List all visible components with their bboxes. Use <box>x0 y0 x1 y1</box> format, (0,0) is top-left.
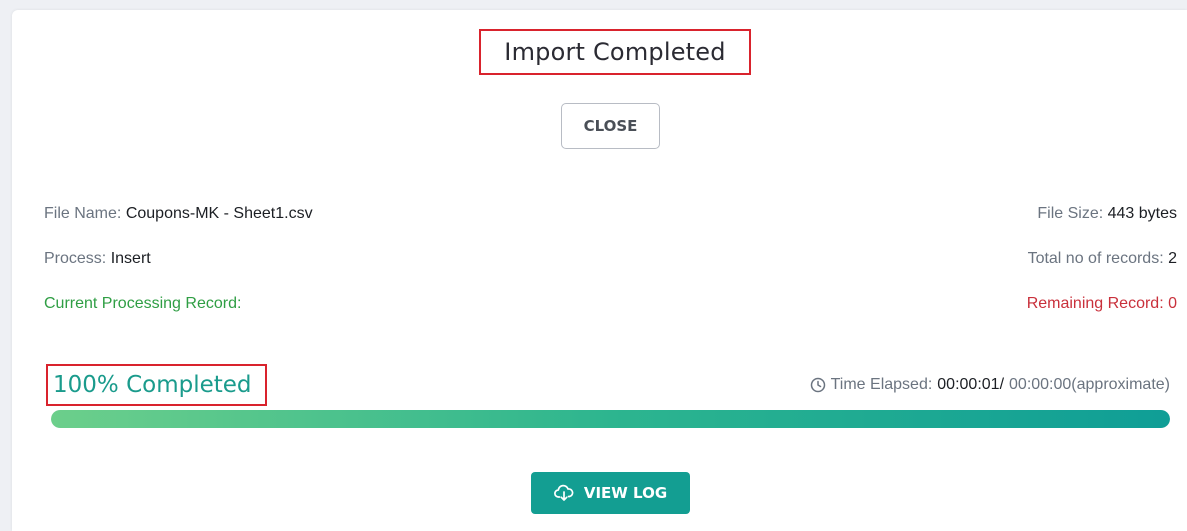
remaining-record-row: Remaining Record: 0 <box>1027 295 1177 313</box>
clock-icon <box>810 377 825 393</box>
current-record-label: Current Processing Record: <box>44 295 242 312</box>
cloud-download-icon <box>553 484 574 501</box>
total-records-value: 2 <box>1168 250 1177 267</box>
file-size-label: File Size: <box>1037 205 1104 222</box>
process-row: Process: Insert <box>44 250 151 268</box>
current-record-row: Current Processing Record: <box>44 295 241 313</box>
time-elapsed-label: Time Elapsed: <box>830 376 933 393</box>
total-records-row: Total no of records: 2 <box>1028 250 1177 268</box>
percent-completed-text: 100% Completed <box>53 372 252 398</box>
file-size-value: 443 bytes <box>1107 205 1177 222</box>
file-name-label: File Name: <box>44 205 122 222</box>
progress-bar <box>51 410 1170 428</box>
view-log-label: VIEW LOG <box>583 484 668 502</box>
process-label: Process: <box>44 250 107 267</box>
remaining-record-label: Remaining Record: <box>1026 295 1164 312</box>
time-elapsed: Time Elapsed: 00:00:01/ 00:00:00(approxi… <box>810 376 1170 394</box>
file-name-value: Coupons-MK - Sheet1.csv <box>125 205 313 222</box>
close-button[interactable]: CLOSE <box>561 103 660 149</box>
time-estimate-value: 00:00:00(approximate) <box>1009 376 1170 393</box>
dialog-title: Import Completed <box>504 38 726 66</box>
file-name-row: File Name: Coupons-MK - Sheet1.csv <box>44 205 313 223</box>
process-value: Insert <box>110 250 151 267</box>
view-log-button[interactable]: VIEW LOG <box>531 472 690 514</box>
import-status-panel: Import Completed CLOSE File Name: Coupon… <box>12 10 1187 531</box>
total-records-label: Total no of records: <box>1027 250 1164 267</box>
time-elapsed-value: 00:00:01/ <box>937 376 1005 393</box>
percent-highlight: 100% Completed <box>46 364 267 406</box>
remaining-record-value: 0 <box>1168 295 1177 312</box>
progress-bar-fill <box>51 410 1170 428</box>
title-highlight: Import Completed <box>479 29 751 75</box>
file-size-row: File Size: 443 bytes <box>1037 205 1177 223</box>
